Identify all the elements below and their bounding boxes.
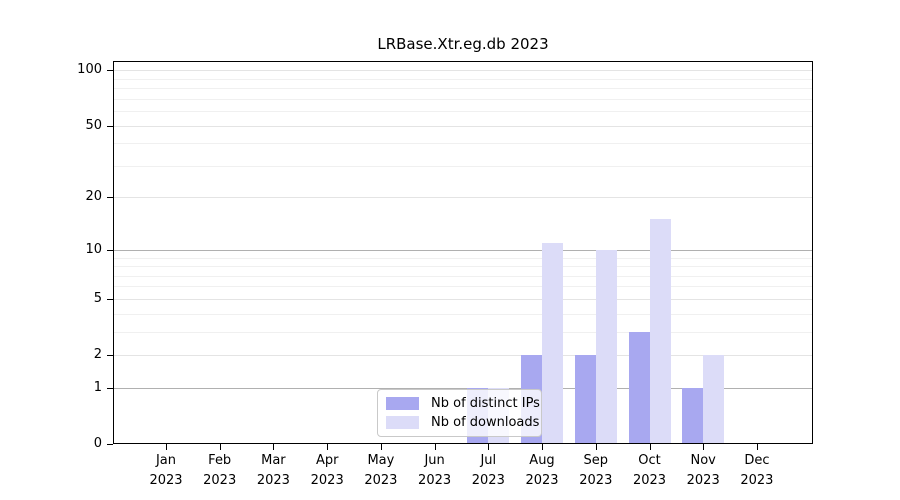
y-tick-mark: [107, 126, 113, 127]
x-tick-label: Aug2023: [514, 451, 570, 491]
x-tick-label: Dec2023: [729, 451, 785, 491]
y-tick-mark: [107, 355, 113, 356]
x-tick-mark: [220, 444, 221, 450]
y-tick-label: 20: [48, 188, 102, 206]
x-tick-year: 2023: [192, 471, 248, 491]
y-gridline: [114, 197, 812, 198]
x-tick-month: Mar: [245, 451, 301, 471]
y-tick-label: 0: [48, 435, 102, 453]
bar-downloads-aug: [542, 243, 563, 444]
minor-gridline: [114, 286, 812, 287]
x-tick-year: 2023: [353, 471, 409, 491]
x-tick-year: 2023: [729, 471, 785, 491]
bar-downloads-nov: [703, 355, 724, 444]
y-tick-mark: [107, 444, 113, 445]
x-tick-month: Aug: [514, 451, 570, 471]
minor-gridline: [114, 79, 812, 80]
bar-distinct-ips-nov: [682, 388, 703, 444]
x-tick-year: 2023: [568, 471, 624, 491]
legend: Nb of distinct IPs Nb of downloads: [377, 389, 542, 437]
x-tick-mark: [596, 444, 597, 450]
y-tick-label: 100: [48, 61, 102, 79]
y-gridline: [114, 299, 812, 300]
x-tick-label: Nov2023: [675, 451, 731, 491]
x-tick-label: Jun2023: [407, 451, 463, 491]
x-tick-mark: [381, 444, 382, 450]
bar-downloads-oct: [650, 219, 671, 444]
bar-downloads-sep: [596, 250, 617, 444]
x-tick-month: Oct: [622, 451, 678, 471]
x-tick-label: Apr2023: [299, 451, 355, 491]
minor-gridline: [114, 88, 812, 89]
x-tick-label: Jul2023: [460, 451, 516, 491]
y-tick-label: 2: [48, 346, 102, 364]
x-tick-label: Oct2023: [622, 451, 678, 491]
bar-distinct-ips-sep: [575, 355, 596, 444]
minor-gridline: [114, 266, 812, 267]
y-tick-mark: [107, 70, 113, 71]
minor-gridline: [114, 314, 812, 315]
x-tick-month: Apr: [299, 451, 355, 471]
x-tick-mark: [166, 444, 167, 450]
x-tick-month: Dec: [729, 451, 785, 471]
y-tick-label: 5: [48, 290, 102, 308]
minor-gridline: [114, 143, 812, 144]
x-tick-year: 2023: [245, 471, 301, 491]
x-tick-label: Feb2023: [192, 451, 248, 491]
x-tick-mark: [327, 444, 328, 450]
x-tick-label: Jan2023: [138, 451, 194, 491]
x-tick-year: 2023: [514, 471, 570, 491]
x-tick-month: May: [353, 451, 409, 471]
y-tick-mark: [107, 197, 113, 198]
x-tick-mark: [650, 444, 651, 450]
x-tick-month: Nov: [675, 451, 731, 471]
x-tick-month: Jun: [407, 451, 463, 471]
x-tick-label: May2023: [353, 451, 409, 491]
minor-gridline: [114, 276, 812, 277]
legend-label-0: Nb of distinct IPs: [431, 396, 540, 411]
x-tick-year: 2023: [675, 471, 731, 491]
y-tick-label: 10: [48, 241, 102, 259]
x-tick-year: 2023: [460, 471, 516, 491]
y-gridline: [114, 70, 812, 71]
x-tick-month: Sep: [568, 451, 624, 471]
chart-root: LRBase.Xtr.eg.db 2023 0125102050100Jan20…: [0, 0, 900, 500]
legend-row-distinct-ips: Nb of distinct IPs: [386, 396, 533, 411]
x-tick-mark: [703, 444, 704, 450]
chart-title: LRBase.Xtr.eg.db 2023: [113, 35, 813, 53]
x-tick-label: Mar2023: [245, 451, 301, 491]
minor-gridline: [114, 332, 812, 333]
y-tick-label: 1: [48, 379, 102, 397]
legend-label-1: Nb of downloads: [431, 415, 539, 430]
x-tick-mark: [273, 444, 274, 450]
x-tick-year: 2023: [299, 471, 355, 491]
x-tick-label: Sep2023: [568, 451, 624, 491]
y-gridline: [114, 126, 812, 127]
minor-gridline: [114, 166, 812, 167]
x-tick-year: 2023: [138, 471, 194, 491]
x-tick-mark: [488, 444, 489, 450]
x-tick-year: 2023: [407, 471, 463, 491]
x-tick-mark: [757, 444, 758, 450]
x-tick-mark: [435, 444, 436, 450]
legend-swatch-0: [386, 397, 419, 410]
bar-distinct-ips-oct: [629, 332, 650, 444]
x-tick-month: Feb: [192, 451, 248, 471]
minor-gridline: [114, 111, 812, 112]
x-tick-year: 2023: [622, 471, 678, 491]
x-tick-month: Jan: [138, 451, 194, 471]
y-tick-mark: [107, 388, 113, 389]
legend-swatch-1: [386, 416, 419, 429]
minor-gridline: [114, 99, 812, 100]
minor-gridline: [114, 258, 812, 259]
x-tick-month: Jul: [460, 451, 516, 471]
x-tick-mark: [542, 444, 543, 450]
legend-row-downloads: Nb of downloads: [386, 415, 533, 430]
y-tick-mark: [107, 250, 113, 251]
y-gridline: [114, 250, 812, 251]
y-tick-mark: [107, 299, 113, 300]
y-tick-label: 50: [48, 117, 102, 135]
